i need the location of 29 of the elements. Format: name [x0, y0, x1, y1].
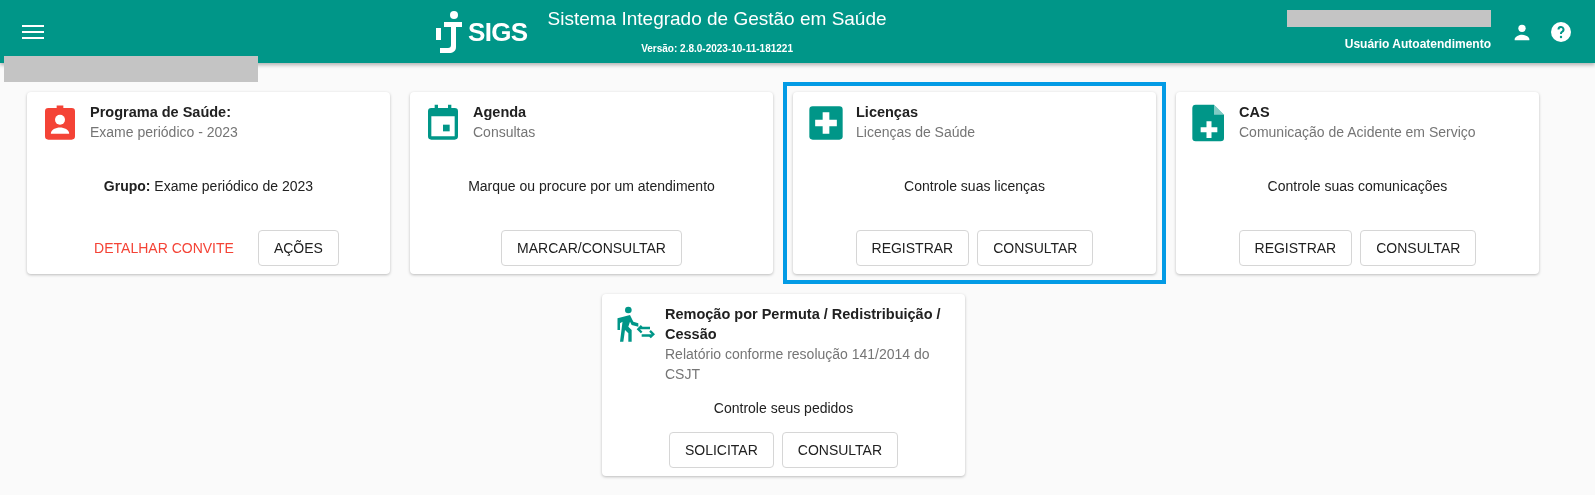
action-button[interactable]: CONSULTAR — [1360, 230, 1477, 266]
user-name: Usuário Autoatendimento — [1344, 36, 1491, 53]
card-description: Marque ou procure por um atendimento — [468, 177, 715, 196]
action-button[interactable]: REGISTRAR — [1238, 230, 1353, 266]
card-title: Programa de Saúde: — [90, 103, 232, 122]
action-button[interactable]: AÇÕES — [257, 230, 339, 266]
card-title: Licenças — [856, 103, 920, 122]
card-subtitle: Comunicação de Acidente em Serviço — [1239, 123, 1476, 142]
action-button[interactable]: MARCAR/CONSULTAR — [501, 230, 682, 266]
card-subtitle: Licenças de Saúde — [856, 123, 976, 142]
card-description: Grupo: Exame periódico de 2023 — [103, 177, 314, 196]
app-title: Sistema Integrado de Gestão em Saúde — [547, 7, 887, 31]
version-label: Versão: 2.8.0-2023-10-11-181221 — [641, 42, 793, 56]
card-subtitle: Relatório conforme resolução 141/2014 do CSJT — [665, 345, 931, 384]
action-button[interactable]: CONSULTAR — [977, 230, 1094, 266]
card-description: Controle suas comunicações — [1267, 177, 1448, 196]
action-button[interactable]: REGISTRAR — [855, 230, 970, 266]
action-button[interactable]: CONSULTAR — [781, 432, 899, 468]
logo-text: SIGS — [468, 18, 528, 45]
help-icon[interactable] — [1549, 19, 1573, 44]
card-title: Agenda — [473, 103, 528, 122]
card-subtitle: Exame periódico - 2023 — [90, 123, 238, 142]
card-subtitle: Consultas — [473, 123, 536, 142]
card-description: Controle suas licenças — [904, 177, 1045, 196]
card-title: Remoção por Permuta / Redistribuição / Cessão — [665, 305, 942, 344]
action-button[interactable]: SOLICITAR — [668, 432, 774, 468]
menu-icon[interactable] — [22, 23, 44, 40]
card-title: CAS — [1239, 103, 1271, 122]
card-description: Controle seus pedidos — [713, 398, 854, 418]
